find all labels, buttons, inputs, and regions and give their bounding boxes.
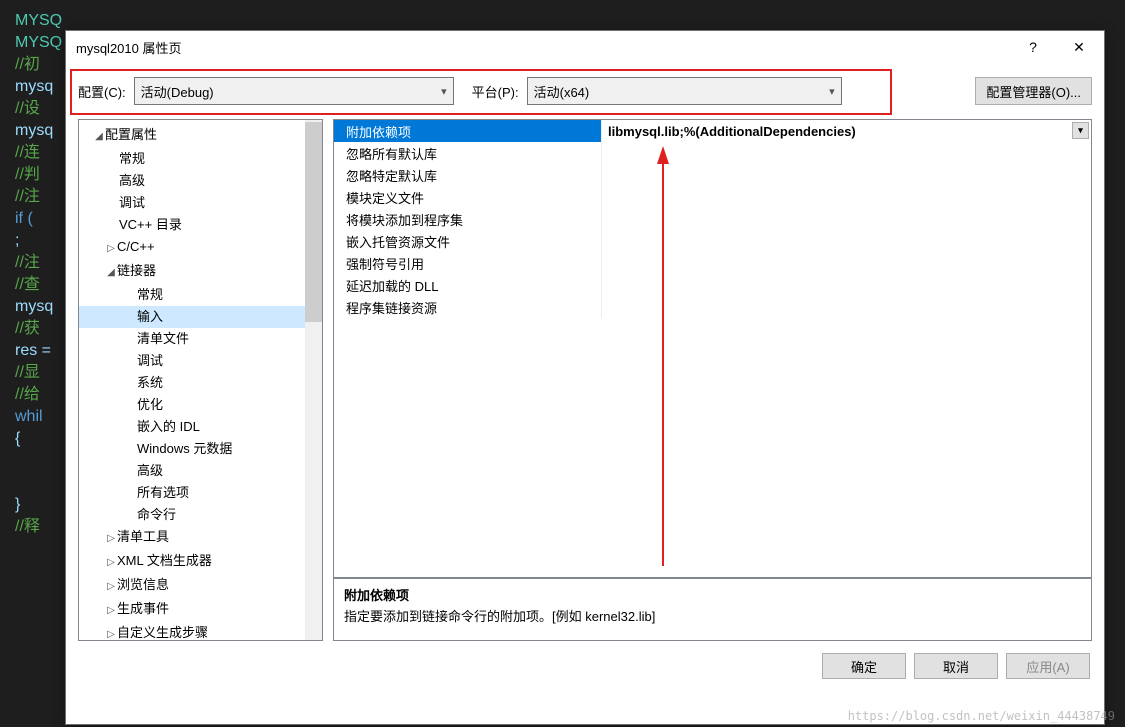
tree-node-manifest-tool[interactable]: ▷清单工具 xyxy=(79,526,322,550)
titlebar: mysql2010 属性页 ? ✕ xyxy=(66,31,1104,63)
chevron-down-icon: ▾ xyxy=(441,85,447,98)
configuration-manager-button[interactable]: 配置管理器(O)... xyxy=(975,77,1092,105)
tree-node-general[interactable]: 常规 xyxy=(79,148,322,170)
tree-node-xmldoc[interactable]: ▷XML 文档生成器 xyxy=(79,550,322,574)
caret-right-icon: ▷ xyxy=(105,625,117,641)
prop-add-module-assembly[interactable]: 将模块添加到程序集 xyxy=(334,208,1091,230)
prop-embed-managed-res[interactable]: 嵌入托管资源文件 xyxy=(334,230,1091,252)
cancel-button[interactable]: 取消 xyxy=(914,653,998,679)
tree-node-linker-manifest[interactable]: 清单文件 xyxy=(79,328,322,350)
ok-button[interactable]: 确定 xyxy=(822,653,906,679)
dialog-footer: 确定 取消 应用(A) xyxy=(66,641,1104,691)
watermark: https://blog.csdn.net/weixin_44438749 xyxy=(848,709,1115,723)
tree-node-debug[interactable]: 调试 xyxy=(79,192,322,214)
tree-node-linker-advanced[interactable]: 高级 xyxy=(79,460,322,482)
description-panel: 附加依赖项 指定要添加到链接命令行的附加项。[例如 kernel32.lib] xyxy=(333,578,1092,641)
prop-ignore-all-default[interactable]: 忽略所有默认库 xyxy=(334,142,1091,164)
caret-right-icon: ▷ xyxy=(105,577,117,597)
caret-right-icon: ▷ xyxy=(105,553,117,573)
caret-down-icon: ◢ xyxy=(105,263,117,283)
scrollbar-thumb[interactable] xyxy=(305,122,322,322)
prop-additional-dependencies[interactable]: 附加依赖项 libmysql.lib;%(AdditionalDependenc… xyxy=(334,120,1091,142)
dropdown-icon[interactable]: ▾ xyxy=(1072,122,1089,139)
tree-node-browse[interactable]: ▷浏览信息 xyxy=(79,574,322,598)
tree-node-linker-debug[interactable]: 调试 xyxy=(79,350,322,372)
tree-node-linker-cmdline[interactable]: 命令行 xyxy=(79,504,322,526)
description-text: 指定要添加到链接命令行的附加项。[例如 kernel32.lib] xyxy=(344,606,1081,625)
tree-node-build-events[interactable]: ▷生成事件 xyxy=(79,598,322,622)
tree-node-linker-idl[interactable]: 嵌入的 IDL xyxy=(79,416,322,438)
help-button[interactable]: ? xyxy=(1010,32,1056,62)
dialog-title: mysql2010 属性页 xyxy=(76,38,1010,57)
platform-label: 平台(P): xyxy=(472,82,519,101)
prop-delay-load-dll[interactable]: 延迟加载的 DLL xyxy=(334,274,1091,296)
tree-node-linker[interactable]: ◢链接器 xyxy=(79,260,322,284)
config-tree-panel: ◢配置属性 常规 高级 调试 VC++ 目录 ▷C/C++ ◢链接器 常规 输入… xyxy=(78,119,323,641)
tree-node-ccpp[interactable]: ▷C/C++ xyxy=(79,236,322,260)
configuration-combo[interactable]: 活动(Debug) ▾ xyxy=(134,77,454,105)
tree-node-advanced[interactable]: 高级 xyxy=(79,170,322,192)
caret-right-icon: ▷ xyxy=(105,601,117,621)
tree-node-linker-system[interactable]: 系统 xyxy=(79,372,322,394)
caret-right-icon: ▷ xyxy=(105,239,117,259)
close-button[interactable]: ✕ xyxy=(1056,32,1102,62)
tree-node-vcdirs[interactable]: VC++ 目录 xyxy=(79,214,322,236)
tree-node-custom-build[interactable]: ▷自定义生成步骤 xyxy=(79,622,322,641)
tree-node-linker-general[interactable]: 常规 xyxy=(79,284,322,306)
prop-module-def[interactable]: 模块定义文件 xyxy=(334,186,1091,208)
prop-force-symbol[interactable]: 强制符号引用 xyxy=(334,252,1091,274)
configuration-value: 活动(Debug) xyxy=(141,82,214,101)
tree-node-linker-input[interactable]: 输入 xyxy=(79,306,322,328)
chevron-down-icon: ▾ xyxy=(829,85,835,98)
scrollbar-track[interactable] xyxy=(305,120,322,640)
tree-node-linker-alloptions[interactable]: 所有选项 xyxy=(79,482,322,504)
description-title: 附加依赖项 xyxy=(344,585,1081,604)
caret-down-icon: ◢ xyxy=(93,127,105,147)
prop-assembly-link-res[interactable]: 程序集链接资源 xyxy=(334,296,1091,318)
config-row: 配置(C): 活动(Debug) ▾ 平台(P): 活动(x64) ▾ 配置管理… xyxy=(66,63,1104,119)
tree-node-linker-winmd[interactable]: Windows 元数据 xyxy=(79,438,322,460)
apply-button[interactable]: 应用(A) xyxy=(1006,653,1090,679)
prop-ignore-specific-default[interactable]: 忽略特定默认库 xyxy=(334,164,1091,186)
caret-right-icon: ▷ xyxy=(105,529,117,549)
platform-value: 活动(x64) xyxy=(534,82,590,101)
platform-combo[interactable]: 活动(x64) ▾ xyxy=(527,77,842,105)
property-pages-dialog: mysql2010 属性页 ? ✕ 配置(C): 活动(Debug) ▾ 平台(… xyxy=(65,30,1105,725)
property-grid: 附加依赖项 libmysql.lib;%(AdditionalDependenc… xyxy=(333,119,1092,578)
tree-node-config-props[interactable]: ◢配置属性 xyxy=(79,124,322,148)
tree-node-linker-optimize[interactable]: 优化 xyxy=(79,394,322,416)
configuration-label: 配置(C): xyxy=(78,82,126,101)
